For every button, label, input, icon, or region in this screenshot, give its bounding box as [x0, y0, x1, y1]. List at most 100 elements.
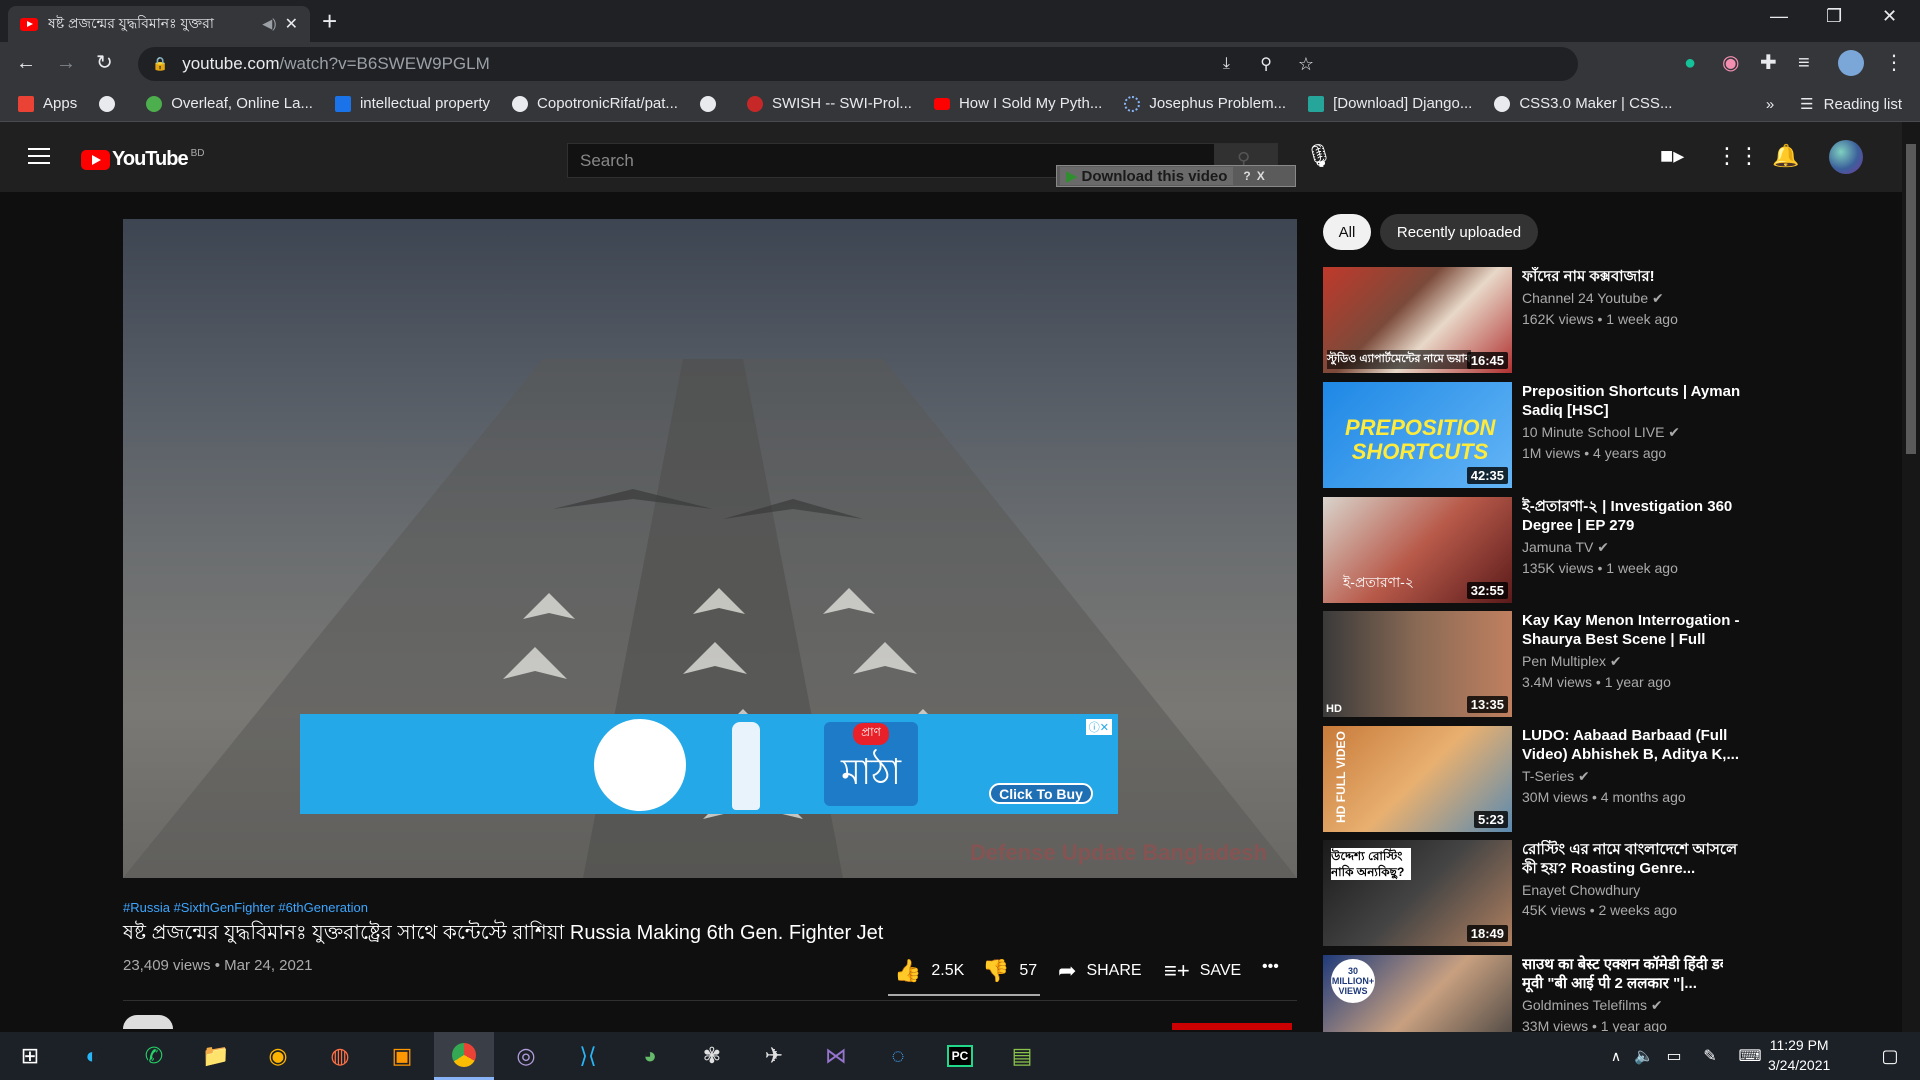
recommended-video[interactable]: উদ্দেশ্য রোস্টিং নাকি অন্যকিছু? 18:49 রো… — [1323, 840, 1737, 946]
github-desktop-icon[interactable]: ◎ — [496, 1032, 556, 1080]
app-icon[interactable]: ▤ — [992, 1032, 1052, 1080]
whatsapp-icon[interactable]: ✆ — [124, 1032, 184, 1080]
app-icon[interactable]: ◕ — [620, 1032, 680, 1080]
recommended-video[interactable]: 30 MILLION+ VIEWS साउथ का बेस्ट एक्शन कॉ… — [1323, 955, 1723, 1032]
firefox-icon[interactable]: ◍ — [310, 1032, 370, 1080]
overlay-ad-banner[interactable]: প্রাণ মাঠা Click To Buy ⓘ✕ — [300, 714, 1118, 814]
video-thumbnail[interactable]: 30 MILLION+ VIEWS — [1323, 955, 1512, 1032]
minimize-icon[interactable]: — — [1770, 6, 1788, 27]
more-actions-icon[interactable]: ••• — [1262, 958, 1279, 976]
video-thumbnail[interactable]: উদ্দেশ্য রোস্টিং নাকি অন্যকিছু? 18:49 — [1323, 840, 1512, 946]
recommended-video[interactable]: স্টুডিও এ্যাপার্টমেন্টের নামে ভয়াব 16:4… — [1323, 267, 1723, 373]
lock-icon[interactable]: 🔒 — [152, 56, 168, 72]
recommended-video[interactable]: PREPOSITION SHORTCUTS 42:35 Preposition … — [1323, 382, 1740, 488]
video-hashtags[interactable]: #Russia #SixthGenFighter #6thGeneration — [123, 900, 368, 915]
app-icon[interactable]: ▣ — [372, 1032, 432, 1080]
bookmark-swish[interactable]: SWISH -- SWI-Prol... — [746, 95, 912, 112]
recommended-video[interactable]: HD FULL VIDEO 5:23 LUDO: Aabaad Barbaad … — [1323, 726, 1739, 832]
save-button[interactable]: ≡+ SAVE — [1164, 958, 1241, 984]
page-scrollbar[interactable] — [1902, 122, 1920, 1032]
grammarly-icon[interactable]: ● — [1684, 50, 1696, 76]
bookmark-intellectual-property[interactable]: intellectual property — [334, 95, 490, 112]
keyboard-icon[interactable]: ⌨ — [1730, 1032, 1770, 1080]
video-thumbnail[interactable]: PREPOSITION SHORTCUTS 42:35 — [1323, 382, 1512, 488]
reading-list-button[interactable]: » ☰ Reading list — [1766, 95, 1902, 114]
bookmark-youtube[interactable]: How I Sold My Pyth... — [933, 95, 1102, 112]
notifications-bell-icon[interactable]: 🔔 — [1772, 144, 1799, 168]
speaker-icon[interactable]: ◀) — [262, 16, 276, 32]
notification-center-icon[interactable]: ▢ — [1860, 1032, 1920, 1080]
bookmark-overleaf[interactable]: Overleaf, Online La... — [146, 95, 313, 112]
messenger-icon[interactable]: ◌ — [868, 1032, 928, 1080]
window-close-icon[interactable]: ✕ — [1882, 6, 1897, 27]
chip-all[interactable]: All — [1323, 214, 1371, 250]
app-icon[interactable]: ◉ — [248, 1032, 308, 1080]
bookmark-apps[interactable]: Apps — [18, 95, 77, 112]
new-tab-button[interactable]: + — [322, 6, 337, 36]
app-icon[interactable]: ✈ — [744, 1032, 804, 1080]
bookmark-josephus[interactable]: Josephus Problem... — [1124, 95, 1286, 112]
share-button[interactable]: ➦ SHARE — [1058, 958, 1142, 984]
media-control-icon[interactable]: ≡ — [1798, 50, 1810, 76]
tab-close-icon[interactable]: ✕ — [285, 14, 298, 34]
browser-tab-active[interactable]: ষষ্ট প্রজন্মের যুদ্ধবিমানঃ যুক্তরা ◀) ✕ — [8, 6, 310, 42]
download-close-icon[interactable]: X — [1257, 169, 1265, 183]
bookmark-globe-2[interactable] — [699, 95, 725, 112]
system-clock[interactable]: 11:29 PM 3/24/2021 — [1768, 1035, 1830, 1075]
channel-name[interactable]: 10 Minute School LIVE ✔ — [1522, 424, 1752, 441]
channel-name[interactable]: Pen Multiplex ✔ — [1522, 653, 1752, 670]
back-icon[interactable]: ← — [16, 50, 36, 76]
channel-avatar[interactable] — [123, 1015, 173, 1029]
search-taskbar-icon[interactable]: ◐ — [62, 1032, 122, 1080]
subscribe-button[interactable] — [1172, 1023, 1292, 1030]
extension-icon[interactable]: ◉ — [1722, 50, 1739, 76]
bookmark-github[interactable]: CopotronicRifat/pat... — [512, 95, 678, 112]
dislike-button[interactable]: 👎 57 — [982, 958, 1037, 984]
video-thumbnail[interactable]: স্টুডিও এ্যাপার্টমেন্টের নামে ভয়াব 16:4… — [1323, 267, 1512, 373]
reload-icon[interactable]: ↻ — [96, 50, 113, 76]
video-thumbnail[interactable]: HD FULL VIDEO 5:23 — [1323, 726, 1512, 832]
bookmark-django[interactable]: [Download] Django... — [1308, 95, 1472, 112]
apps-grid-icon[interactable]: ⋮⋮ — [1716, 144, 1760, 168]
zoom-icon[interactable]: ⚲ — [1260, 54, 1272, 74]
start-windows-icon[interactable]: ⊞ — [0, 1032, 60, 1080]
youtube-logo[interactable]: YouTube BD — [81, 148, 204, 171]
restore-icon[interactable]: ❐ — [1826, 6, 1842, 27]
ad-close-icon[interactable]: ⓘ✕ — [1085, 719, 1112, 735]
download-video-bar[interactable]: ▶ Download this video ? X — [1056, 165, 1296, 187]
forward-icon[interactable]: → — [56, 50, 76, 76]
channel-name[interactable]: Enayet Chowdhury — [1522, 882, 1752, 898]
visual-studio-icon[interactable]: ⋈ — [806, 1032, 866, 1080]
video-thumbnail[interactable]: HD 13:35 — [1323, 611, 1512, 717]
more-bookmarks-button[interactable]: » — [1766, 96, 1774, 113]
address-bar[interactable]: 🔒 youtube.com /watch?v=B6SWEW9PGLM ⤓ ⚲ ☆ — [138, 47, 1578, 81]
hamburger-menu-icon[interactable] — [28, 148, 50, 164]
bookmark-star-icon[interactable]: ☆ — [1298, 54, 1314, 75]
pycharm-icon[interactable]: PC — [930, 1032, 990, 1080]
install-icon[interactable]: ⤓ — [1223, 55, 1230, 73]
pen-icon[interactable]: ✎ — [1690, 1032, 1730, 1080]
vscode-icon[interactable]: ⟩⟨ — [558, 1032, 618, 1080]
channel-name[interactable]: Jamuna TV ✔ — [1522, 539, 1752, 556]
recommended-video[interactable]: ই-প্রতারণা-২ 32:55 ই-প্রতারণা-২ | Invest… — [1323, 497, 1732, 603]
create-video-icon[interactable]: ■▸ — [1660, 144, 1684, 168]
download-help-icon[interactable]: ? — [1243, 169, 1250, 183]
microphone-icon[interactable]: 🎙 — [1305, 144, 1333, 168]
channel-name[interactable]: T-Series ✔ — [1522, 768, 1752, 785]
chrome-menu-icon[interactable]: ⋮ — [1884, 50, 1904, 76]
video-thumbnail[interactable]: ই-প্রতারণা-২ 32:55 — [1323, 497, 1512, 603]
network-icon[interactable]: ▭ — [1654, 1032, 1694, 1080]
bookmark-css3[interactable]: CSS3.0 Maker | CSS... — [1494, 95, 1672, 112]
account-avatar[interactable] — [1829, 140, 1863, 174]
chip-recently-uploaded[interactable]: Recently uploaded — [1380, 214, 1538, 250]
app-icon[interactable]: ✾ — [682, 1032, 742, 1080]
like-button[interactable]: 👍 2.5K — [894, 958, 964, 984]
channel-name[interactable]: Goldmines Telefilms ✔ — [1522, 997, 1723, 1014]
channel-name[interactable]: Channel 24 Youtube ✔ — [1522, 290, 1752, 307]
extensions-puzzle-icon[interactable]: ✚ — [1760, 50, 1777, 76]
profile-icon[interactable] — [1838, 50, 1864, 76]
ad-click-to-buy-button[interactable]: Click To Buy — [989, 783, 1093, 804]
scrollbar-thumb[interactable] — [1906, 144, 1916, 454]
recommended-video[interactable]: HD 13:35 Kay Kay Menon Interrogation - S… — [1323, 611, 1740, 717]
bookmark-globe-1[interactable] — [99, 95, 124, 112]
